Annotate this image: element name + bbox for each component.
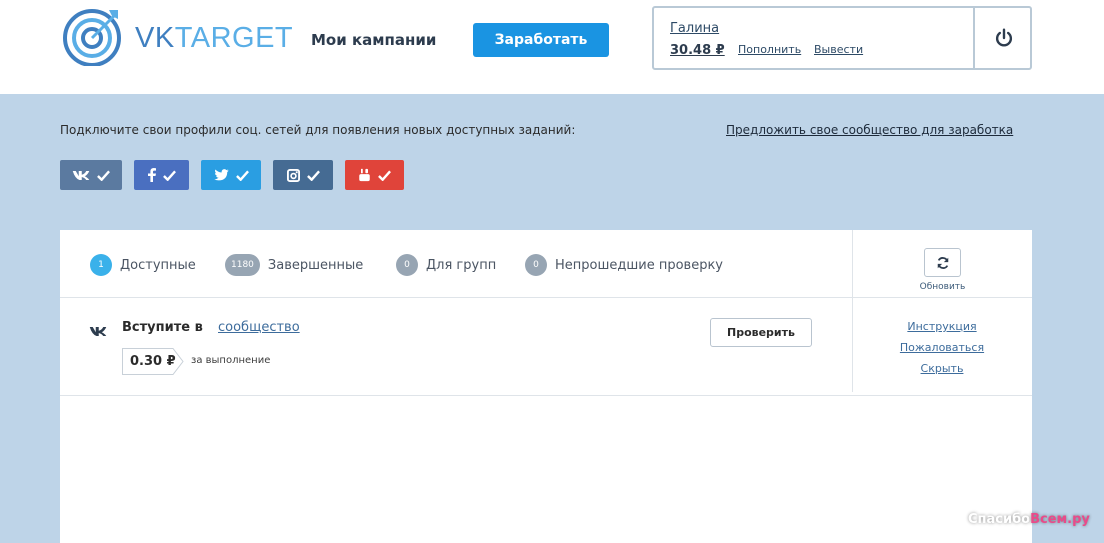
tab-label: Непрошедшие проверку <box>555 257 723 273</box>
tab-count-badge: 0 <box>396 254 418 276</box>
user-name-link[interactable]: Галина <box>670 21 719 36</box>
instagram-icon <box>286 168 300 182</box>
checkmark-icon <box>162 170 176 181</box>
withdraw-link[interactable]: Вывести <box>814 43 863 56</box>
tab-label: Завершенные <box>267 257 364 273</box>
checkmark-icon <box>306 170 320 181</box>
suggest-community-link[interactable]: Предложить свое сообщество для заработка <box>726 123 1013 137</box>
twitter-icon <box>213 169 229 181</box>
power-icon <box>995 28 1012 47</box>
tab-label: Доступные <box>120 257 196 273</box>
my-campaigns-link[interactable]: Мои кампании <box>311 31 436 49</box>
instruction-link[interactable]: Инструкция <box>852 320 1032 333</box>
task-tabs: 1 Доступные 1180 Завершенные 0 Для групп… <box>60 230 852 298</box>
tab-completed[interactable]: 1180 Завершенные <box>225 254 363 276</box>
refresh-button[interactable] <box>924 248 961 277</box>
social-connect-prompt: Подключите свои профили соц. сетей для п… <box>60 123 576 137</box>
checkmark-icon <box>235 170 249 181</box>
tab-label: Для групп <box>426 257 497 273</box>
tab-count-badge: 1 <box>90 254 112 276</box>
connect-vk-button[interactable] <box>60 160 122 190</box>
logo-text-target: TARGET <box>174 22 294 54</box>
tab-for-groups[interactable]: 0 Для групп <box>396 254 496 276</box>
connect-youtube-button[interactable] <box>345 160 404 190</box>
user-box: Галина 30.48 ₽ Пополнить Вывести <box>652 6 1032 70</box>
watermark-part1: Спасибо <box>968 512 1031 527</box>
logo-text-vk: VK <box>135 22 175 54</box>
earn-button[interactable]: Заработать <box>473 23 609 57</box>
logo-text[interactable]: VKTARGET <box>135 22 293 55</box>
tasks-panel: 1 Доступные 1180 Завершенные 0 Для групп… <box>60 230 1032 543</box>
connect-facebook-button[interactable] <box>134 160 189 190</box>
complain-link[interactable]: Пожаловаться <box>852 341 1032 354</box>
connect-instagram-button[interactable] <box>273 160 333 190</box>
connect-twitter-button[interactable] <box>201 160 261 190</box>
user-balance[interactable]: 30.48 ₽ <box>670 43 725 58</box>
tab-failed-check[interactable]: 0 Непрошедшие проверку <box>525 254 723 276</box>
refresh-label[interactable]: Обновить <box>910 282 975 292</box>
panel-divider <box>60 395 1032 396</box>
tab-available[interactable]: 1 Доступные <box>90 254 196 276</box>
target-logo-icon[interactable] <box>62 6 122 67</box>
refresh-icon <box>937 256 948 269</box>
panel-divider <box>60 297 1032 298</box>
watermark: СпасибоВсем.ру <box>968 512 1090 527</box>
logout-button[interactable] <box>975 8 1032 68</box>
tab-count-badge: 1180 <box>225 254 260 276</box>
vk-icon <box>89 322 107 341</box>
task-price-caption: за выполнение <box>191 355 271 366</box>
check-button[interactable]: Проверить <box>710 318 812 347</box>
header: VKTARGET Мои кампании Заработать Галина … <box>0 0 1104 94</box>
vk-icon <box>72 170 90 180</box>
facebook-icon <box>147 168 156 182</box>
hide-link[interactable]: Скрыть <box>852 362 1032 375</box>
task-community-link[interactable]: сообщество <box>218 320 300 335</box>
youtube-icon <box>359 168 370 182</box>
topup-link[interactable]: Пополнить <box>738 43 801 56</box>
watermark-part2: Всем.ру <box>1030 512 1090 527</box>
checkmark-icon <box>378 170 391 181</box>
tab-count-badge: 0 <box>525 254 547 276</box>
task-title: Вступите в <box>122 320 203 335</box>
task-price: 0.30 ₽ <box>130 354 176 369</box>
checkmark-icon <box>97 170 110 181</box>
